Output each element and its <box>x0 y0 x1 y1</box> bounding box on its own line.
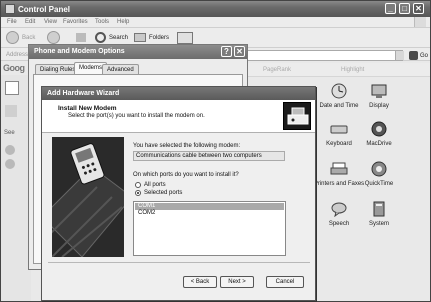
back-button[interactable]: < Back <box>183 276 217 288</box>
folders-button[interactable]: Folders <box>149 35 169 41</box>
menu-file[interactable]: File <box>7 19 17 25</box>
ports-question: On which ports do you want to install it… <box>133 172 239 178</box>
list-item[interactable]: COM2 <box>135 210 284 217</box>
menu-help[interactable]: Help <box>117 19 129 25</box>
search-icon[interactable] <box>95 32 106 43</box>
address-input[interactable] <box>245 50 403 61</box>
macdrive-item[interactable]: MacDrive <box>339 121 419 157</box>
wizard-header: Install New Modem Select the port(s) you… <box>42 100 315 133</box>
google-toolbar-logo: Goog <box>3 63 25 73</box>
windows-logo-icon <box>414 17 426 27</box>
add-hardware-wizard: Add Hardware Wizard Install New Modem Se… <box>41 86 316 301</box>
help-support-icon[interactable] <box>5 159 15 169</box>
back-arrow-icon[interactable] <box>6 31 19 44</box>
wizard-title: Add Hardware Wizard <box>47 90 120 97</box>
control-panel-icon <box>5 4 15 14</box>
address-label: Address <box>6 52 29 58</box>
phone-modem-close-button[interactable]: ✕ <box>234 46 245 57</box>
phone-modem-title: Phone and Modem Options <box>34 48 125 55</box>
display-icon <box>371 84 387 98</box>
list-item[interactable]: COM1 <box>135 203 284 210</box>
quicktime-icon <box>371 161 387 177</box>
menu-bar: File Edit View Favorites Tools Help <box>1 17 430 28</box>
all-ports-radio[interactable] <box>135 182 141 188</box>
control-panel-task-icon <box>5 81 19 95</box>
address-dropdown-icon[interactable] <box>395 51 404 60</box>
help-button[interactable]: ? <box>221 46 232 57</box>
see-also-label: See <box>4 130 15 136</box>
all-ports-label[interactable]: All ports <box>144 182 166 188</box>
switch-view-icon[interactable] <box>5 105 17 117</box>
back-label[interactable]: Back <box>22 35 35 41</box>
next-button[interactable]: Next > <box>220 276 254 288</box>
control-panel-titlebar[interactable]: Control Panel _ □ ✕ <box>1 1 430 17</box>
task-pane: See <box>1 75 31 301</box>
menu-favorites[interactable]: Favorites <box>63 19 88 25</box>
ports-list[interactable]: COM1 COM2 <box>133 201 286 256</box>
system-icon <box>373 201 385 217</box>
selected-ports-radio[interactable] <box>135 190 141 196</box>
minimize-button[interactable]: _ <box>385 3 396 14</box>
macdrive-icon <box>371 121 387 137</box>
pagerank-label[interactable]: PageRank <box>263 67 291 73</box>
control-panel-title: Control Panel <box>18 5 71 14</box>
wizard-titlebar[interactable]: Add Hardware Wizard <box>42 87 315 100</box>
cancel-button[interactable]: Cancel <box>266 276 304 288</box>
wizard-side-art <box>52 137 124 257</box>
wizard-heading: Install New Modem <box>58 105 117 112</box>
go-button[interactable]: Go <box>420 53 428 59</box>
maximize-button[interactable]: □ <box>399 3 410 14</box>
search-button[interactable]: Search <box>109 35 128 41</box>
windows-update-icon[interactable] <box>5 145 15 155</box>
go-arrow-icon[interactable] <box>409 51 418 60</box>
menu-view[interactable]: View <box>44 19 57 25</box>
forward-arrow-icon[interactable] <box>47 31 60 44</box>
up-folder-icon[interactable] <box>76 33 86 42</box>
display-item[interactable]: Display <box>339 83 419 119</box>
modem-icon <box>283 102 311 130</box>
phone-modem-titlebar[interactable]: Phone and Modem Options ? ✕ <box>29 45 247 59</box>
selected-modem-field: Communications cable between two compute… <box>133 151 285 161</box>
quicktime-item[interactable]: QuickTime <box>339 161 419 197</box>
google-toolbar: PageRank Highlight <box>245 63 430 77</box>
wizard-separator <box>48 262 310 263</box>
selected-ports-label[interactable]: Selected ports <box>144 190 182 196</box>
close-button[interactable]: ✕ <box>413 3 424 14</box>
highlight-label[interactable]: Highlight <box>341 67 364 73</box>
menu-tools[interactable]: Tools <box>95 19 109 25</box>
selected-modem-label: You have selected the following modem: <box>133 143 241 149</box>
wizard-subheading: Select the port(s) you want to install t… <box>68 113 205 119</box>
menu-edit[interactable]: Edit <box>25 19 35 25</box>
system-item[interactable]: System <box>339 201 419 237</box>
folders-icon[interactable] <box>134 33 146 42</box>
views-icon[interactable] <box>177 32 193 44</box>
